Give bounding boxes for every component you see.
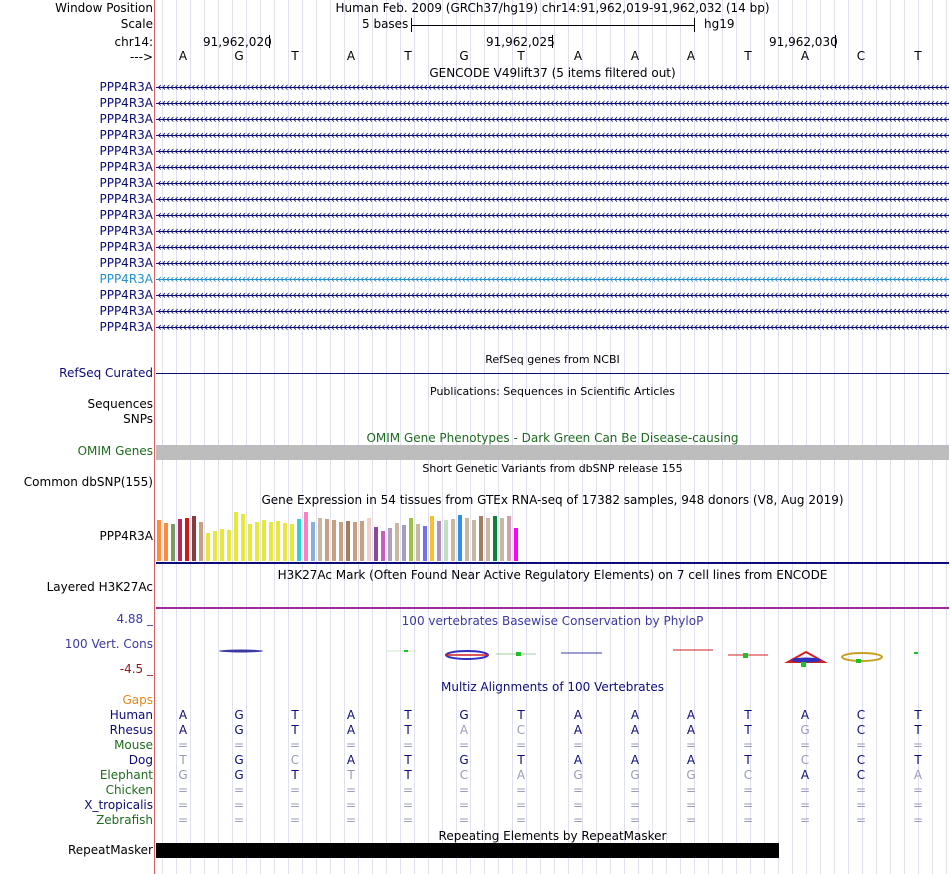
scale-label: Scale [120, 17, 153, 31]
omim-label[interactable]: OMIM Genes [78, 444, 153, 459]
gene-name-label[interactable]: PPP4R3A [99, 288, 153, 303]
phylop-label[interactable]: 100 Vert. Cons [65, 637, 153, 652]
phylop-max-label: 4.88 _ [116, 612, 153, 626]
gene-name-label[interactable]: PPP4R3A [99, 208, 153, 223]
chrom-label: chr14: [114, 35, 153, 49]
sequences-label[interactable]: Sequences [88, 397, 153, 412]
gene-name-label[interactable]: PPP4R3A [99, 192, 153, 207]
gene-name-label[interactable]: PPP4R3A [99, 96, 153, 111]
gene-name-label[interactable]: PPP4R3A [99, 80, 153, 95]
gtex-label[interactable]: PPP4R3A [99, 529, 153, 544]
gene-name-label[interactable]: PPP4R3A [99, 240, 153, 255]
species-label: Zebrafish [96, 813, 153, 827]
gene-name-label[interactable]: PPP4R3A [99, 144, 153, 159]
species-label: Mouse [114, 738, 153, 752]
gene-name-label[interactable]: PPP4R3A [99, 160, 153, 175]
repeatmasker-label[interactable]: RepeatMasker [68, 843, 153, 858]
gene-name-label[interactable]: PPP4R3A [99, 176, 153, 191]
species-label: X_tropicalis [84, 798, 153, 812]
h3k27ac-label[interactable]: Layered H3K27Ac [47, 580, 153, 595]
strand-label: ---> [129, 50, 153, 64]
species-label: Elephant [99, 768, 153, 782]
snps-label[interactable]: SNPs [123, 412, 153, 427]
species-label: Human [109, 708, 153, 722]
gene-name-label[interactable]: PPP4R3A [99, 320, 153, 335]
track-labels: Window Position Scale chr14: ---> PPP4R3… [0, 0, 950, 874]
gene-name-label[interactable]: PPP4R3A [99, 272, 153, 287]
window-position-label: Window Position [55, 1, 153, 15]
refseq-label[interactable]: RefSeq Curated [59, 366, 153, 381]
gene-name-label[interactable]: PPP4R3A [99, 224, 153, 239]
gaps-label: Gaps [122, 693, 153, 707]
gene-name-label[interactable]: PPP4R3A [99, 128, 153, 143]
gene-name-label[interactable]: PPP4R3A [99, 112, 153, 127]
species-label: Dog [128, 753, 153, 767]
species-label: Chicken [105, 783, 153, 797]
gene-name-label[interactable]: PPP4R3A [99, 256, 153, 271]
dbsnp-label[interactable]: Common dbSNP(155) [24, 475, 153, 490]
phylop-min-label: -4.5 _ [119, 662, 153, 676]
species-label: Rhesus [109, 723, 153, 737]
gene-name-label[interactable]: PPP4R3A [99, 304, 153, 319]
